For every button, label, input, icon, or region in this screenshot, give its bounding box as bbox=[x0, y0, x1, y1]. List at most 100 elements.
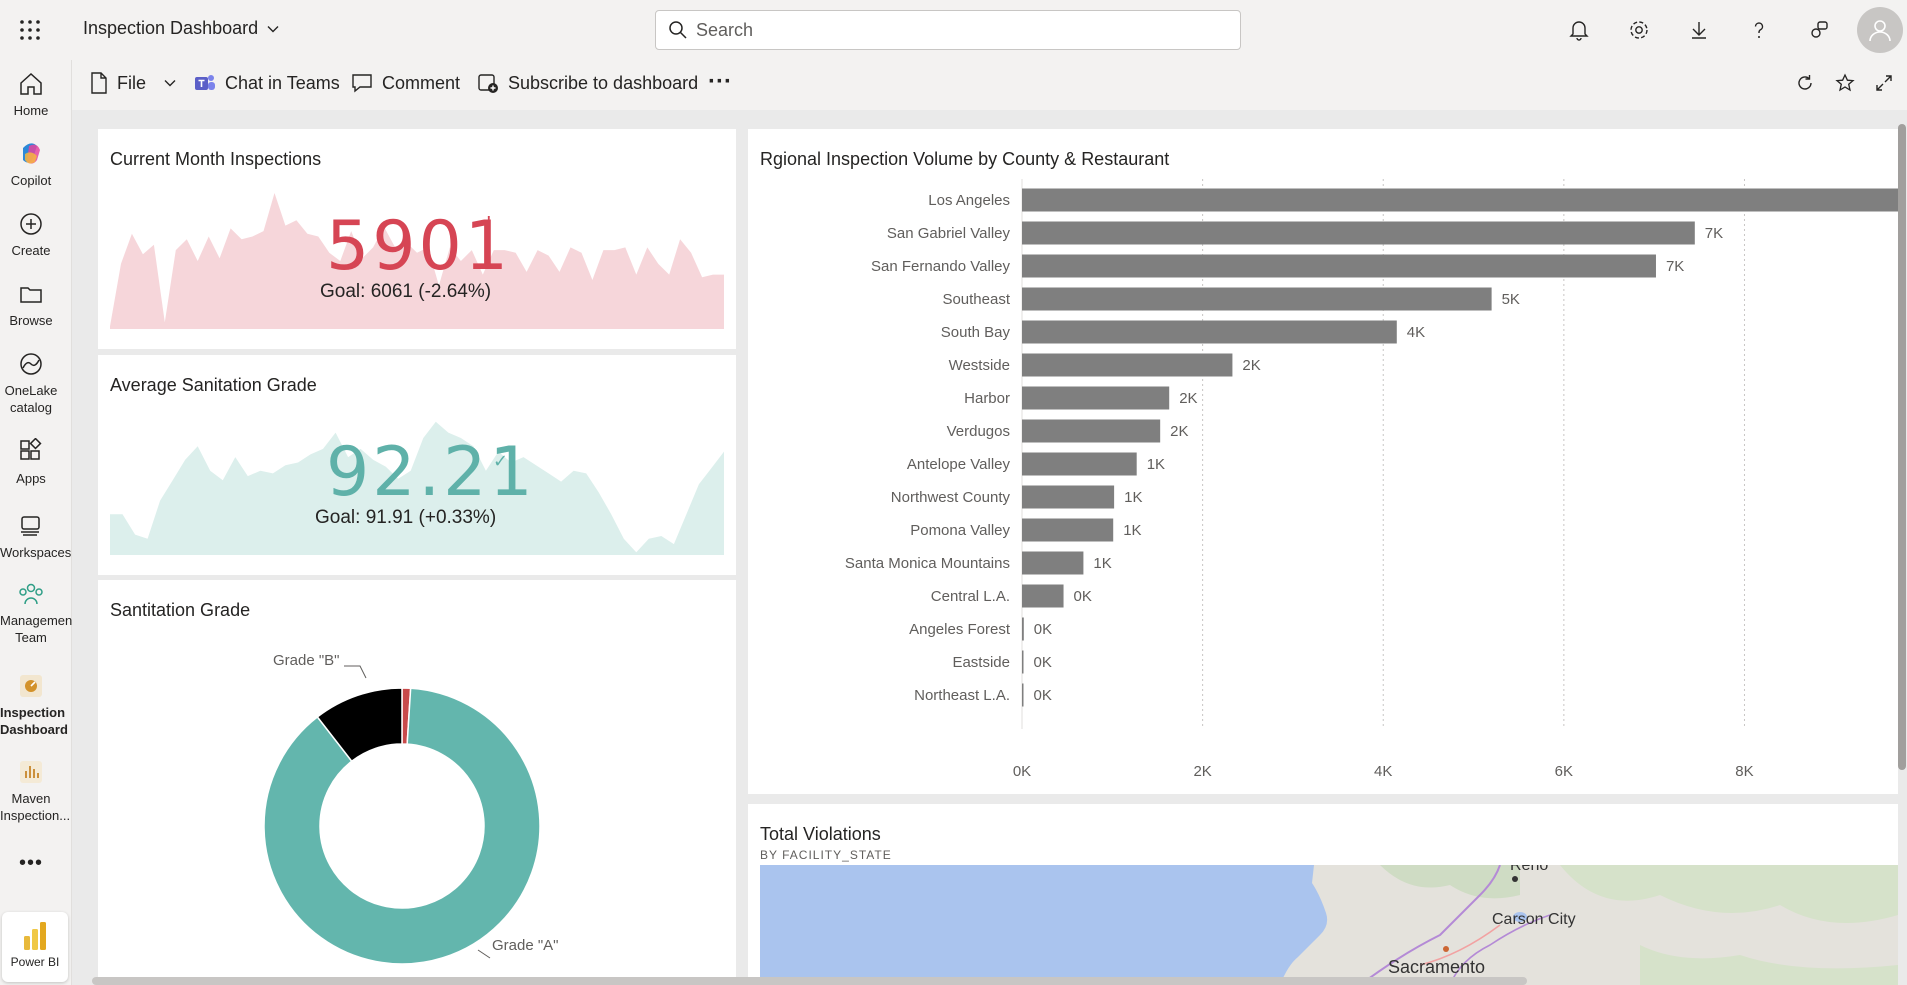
more-options-button[interactable]: ··· bbox=[708, 68, 732, 96]
nav-item-workspaces[interactable]: Workspaces bbox=[0, 512, 71, 561]
nav-item-browse[interactable]: Browse bbox=[0, 280, 62, 329]
bar[interactable] bbox=[1022, 221, 1695, 245]
settings-gear-icon[interactable] bbox=[1625, 16, 1653, 44]
plus-circle-icon bbox=[20, 213, 42, 235]
copilot-icon bbox=[23, 143, 40, 164]
nav-item-create[interactable]: Create bbox=[0, 210, 62, 259]
power-bi-logo-icon bbox=[24, 922, 46, 950]
bar-data-label: 1K bbox=[1123, 522, 1141, 539]
help-icon[interactable] bbox=[1745, 16, 1773, 44]
kpi-value: 5901 bbox=[326, 207, 512, 286]
home-icon bbox=[20, 72, 42, 95]
more-nav-button[interactable]: ••• bbox=[0, 853, 62, 873]
map-view[interactable]: Reno Carson City Sacramento bbox=[760, 865, 1898, 985]
kpi-goal: Goal: 6061 (-2.64%) bbox=[320, 281, 492, 302]
app-launcher-icon[interactable] bbox=[19, 19, 41, 41]
share-feedback-icon[interactable] bbox=[1805, 16, 1833, 44]
bar[interactable] bbox=[1022, 419, 1161, 443]
notifications-bell-icon[interactable] bbox=[1565, 16, 1593, 44]
fullscreen-expand-icon[interactable] bbox=[1874, 73, 1898, 97]
nav-item-apps[interactable]: Apps bbox=[0, 438, 62, 487]
tile-title: Total Violations bbox=[760, 824, 881, 844]
folder-icon bbox=[20, 287, 42, 303]
leader-line-grade-b bbox=[344, 665, 367, 679]
bar-category-label: Angeles Forest bbox=[909, 621, 1011, 638]
app-title-dropdown[interactable]: Inspection Dashboard bbox=[83, 18, 280, 39]
bar[interactable] bbox=[1022, 452, 1137, 476]
bar[interactable] bbox=[1022, 353, 1233, 377]
nav-item-home[interactable]: Home bbox=[0, 70, 62, 119]
bar-data-label: 5K bbox=[1502, 291, 1520, 308]
nav-item-inspection-dashboard[interactable]: Inspection Dashboard bbox=[0, 672, 68, 738]
bar-category-label: Eastside bbox=[952, 654, 1010, 671]
donut-label-grade-b: Grade "B" bbox=[273, 652, 340, 669]
bar-category-label: Harbor bbox=[964, 390, 1010, 407]
apps-icon bbox=[20, 438, 42, 460]
kpi-tile-average-sanitation-grade[interactable]: Average Sanitation Grade 92.21 ✓ Goal: 9… bbox=[98, 355, 736, 575]
bar-data-label: 0K bbox=[1034, 621, 1052, 638]
map-tile-total-violations[interactable]: Total Violations BY FACILITY_STATE Reno … bbox=[748, 804, 1898, 985]
donut-chart bbox=[263, 665, 541, 965]
x-tick-label: 2K bbox=[1193, 763, 1211, 780]
bar-data-label: 1K bbox=[1124, 489, 1142, 506]
refresh-icon[interactable] bbox=[1795, 73, 1819, 97]
bar-category-label: San Fernando Valley bbox=[871, 258, 1010, 275]
warning-indicator-icon: ! bbox=[486, 213, 492, 235]
bar-tile-regional-inspection-volume[interactable]: Rgional Inspection Volume by County & Re… bbox=[748, 129, 1898, 794]
bar[interactable] bbox=[1022, 254, 1656, 278]
chevron-down-icon bbox=[164, 80, 176, 87]
chat-in-teams-button[interactable]: Chat in Teams bbox=[194, 72, 340, 94]
bar[interactable] bbox=[1022, 683, 1024, 707]
bar-category-label: South Bay bbox=[941, 324, 1011, 341]
app-title: Inspection Dashboard bbox=[83, 18, 259, 38]
subscribe-to-dashboard-button[interactable]: Subscribe to dashboard bbox=[477, 72, 698, 94]
bar-category-label: Northwest County bbox=[891, 489, 1011, 506]
vertical-scrollbar[interactable] bbox=[1898, 124, 1906, 770]
nav-item-management-team[interactable]: Management Team bbox=[0, 580, 76, 646]
bar[interactable] bbox=[1022, 287, 1492, 311]
file-menu-button[interactable]: File bbox=[90, 72, 177, 94]
comment-button[interactable]: Comment bbox=[351, 72, 460, 94]
bar-category-label: San Gabriel Valley bbox=[887, 225, 1011, 242]
map-label-sacramento: Sacramento bbox=[1388, 957, 1486, 977]
bar-category-label: Northeast L.A. bbox=[914, 687, 1010, 704]
power-bi-label: Power BI bbox=[10, 955, 60, 969]
bar[interactable] bbox=[1022, 320, 1397, 344]
kpi-tile-current-month-inspections[interactable]: Current Month Inspections 5901 ! Goal: 6… bbox=[98, 129, 736, 349]
tile-subtitle: BY FACILITY_STATE bbox=[760, 848, 892, 862]
chevron-down-icon bbox=[267, 25, 279, 32]
donut-tile-sanitation-grade[interactable]: Santitation Grade Grade "B" Grade "A" bbox=[98, 580, 736, 985]
download-icon[interactable] bbox=[1685, 16, 1713, 44]
bar[interactable] bbox=[1022, 518, 1114, 542]
ellipsis-icon: ··· bbox=[708, 68, 732, 95]
map-label-carson-city: Carson City bbox=[1492, 911, 1576, 928]
bar[interactable] bbox=[1022, 584, 1064, 608]
nav-item-maven-inspection[interactable]: Maven Inspection... bbox=[0, 758, 70, 824]
bar-data-label: 1K bbox=[1093, 555, 1111, 572]
bar[interactable] bbox=[1022, 617, 1024, 641]
top-header: Inspection Dashboard bbox=[0, 0, 1907, 60]
bar[interactable] bbox=[1022, 188, 1898, 212]
bar-data-label: 7K bbox=[1666, 258, 1684, 275]
workspaces-icon bbox=[21, 516, 40, 536]
bar[interactable] bbox=[1022, 551, 1084, 575]
power-bi-switcher[interactable]: Power BI bbox=[2, 912, 68, 982]
bar-data-label: 0K bbox=[1034, 654, 1052, 671]
search-box[interactable] bbox=[655, 10, 1241, 50]
bar-category-label: Westside bbox=[949, 357, 1010, 374]
favorite-star-icon[interactable] bbox=[1835, 73, 1859, 97]
x-tick-label: 0K bbox=[1013, 763, 1031, 780]
user-avatar[interactable] bbox=[1857, 7, 1903, 53]
bar-data-label: 2K bbox=[1170, 423, 1188, 440]
bar-data-label: 2K bbox=[1242, 357, 1260, 374]
nav-item-onelake-catalog[interactable]: OneLake catalog bbox=[0, 350, 62, 416]
donut-label-grade-a: Grade "A" bbox=[492, 937, 559, 954]
bar[interactable] bbox=[1022, 650, 1024, 674]
leader-line-grade-a bbox=[477, 949, 491, 959]
nav-item-copilot[interactable]: Copilot bbox=[0, 140, 62, 189]
search-input[interactable] bbox=[696, 19, 1216, 41]
dashboard-canvas: Current Month Inspections 5901 ! Goal: 6… bbox=[72, 110, 1907, 985]
bar[interactable] bbox=[1022, 386, 1170, 410]
horizontal-scrollbar[interactable] bbox=[92, 977, 1527, 985]
bar[interactable] bbox=[1022, 485, 1115, 509]
